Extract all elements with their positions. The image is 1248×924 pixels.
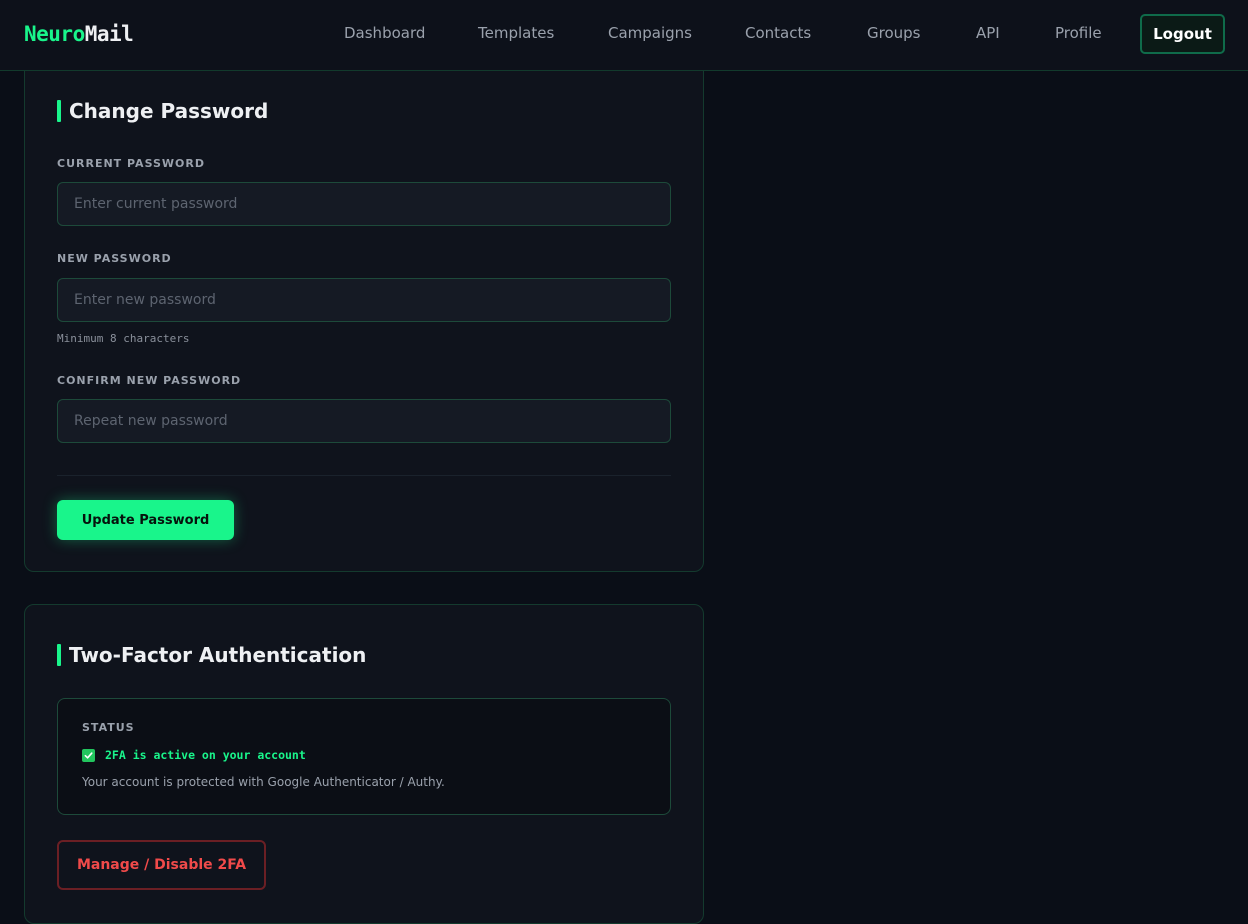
confirm-password-label: Confirm New Password — [57, 374, 242, 387]
update-password-button[interactable]: Update Password — [57, 500, 234, 540]
nav-link-campaigns[interactable]: Campaigns — [608, 24, 692, 42]
logout-button[interactable]: Logout — [1140, 14, 1225, 54]
nav-link-groups[interactable]: Groups — [867, 24, 920, 42]
check-icon — [82, 748, 95, 762]
change-password-title: Change Password — [57, 99, 268, 123]
change-password-card: Change Password Current Password New Pas… — [24, 40, 704, 572]
current-password-input[interactable] — [57, 182, 671, 226]
nav-link-contacts[interactable]: Contacts — [745, 24, 811, 42]
confirm-password-input[interactable] — [57, 399, 671, 443]
nav-link-api[interactable]: API — [976, 24, 1000, 42]
two-factor-card: Two-Factor Authentication STATUS 2FA is … — [24, 604, 704, 924]
nav-link-templates[interactable]: Templates — [478, 24, 554, 42]
status-label: STATUS — [82, 721, 135, 734]
new-password-input[interactable] — [57, 278, 671, 322]
new-password-hint: Minimum 8 characters — [57, 332, 190, 345]
status-line: 2FA is active on your account — [82, 748, 306, 762]
nav-link-profile[interactable]: Profile — [1055, 24, 1102, 42]
two-factor-title-text: Two-Factor Authentication — [69, 643, 367, 667]
two-factor-status-box: STATUS 2FA is active on your account You… — [57, 698, 671, 815]
title-accent-bar — [57, 100, 61, 122]
change-password-title-text: Change Password — [69, 99, 269, 123]
brand-part-mail: Mail — [84, 22, 134, 46]
new-password-label: New Password — [57, 252, 172, 265]
current-password-label: Current Password — [57, 157, 205, 170]
top-navbar: NeuroMail Dashboard Templates Campaigns … — [0, 0, 1248, 71]
nav-link-dashboard[interactable]: Dashboard — [344, 24, 425, 42]
form-divider — [57, 475, 671, 476]
status-description: Your account is protected with Google Au… — [82, 775, 445, 789]
manage-2fa-button[interactable]: Manage / Disable 2FA — [57, 840, 266, 890]
title-accent-bar — [57, 644, 61, 666]
brand-part-neuro: Neuro — [24, 22, 85, 46]
two-factor-title: Two-Factor Authentication — [57, 643, 366, 667]
status-text: 2FA is active on your account — [105, 748, 306, 762]
brand-logo[interactable]: NeuroMail — [24, 22, 134, 46]
